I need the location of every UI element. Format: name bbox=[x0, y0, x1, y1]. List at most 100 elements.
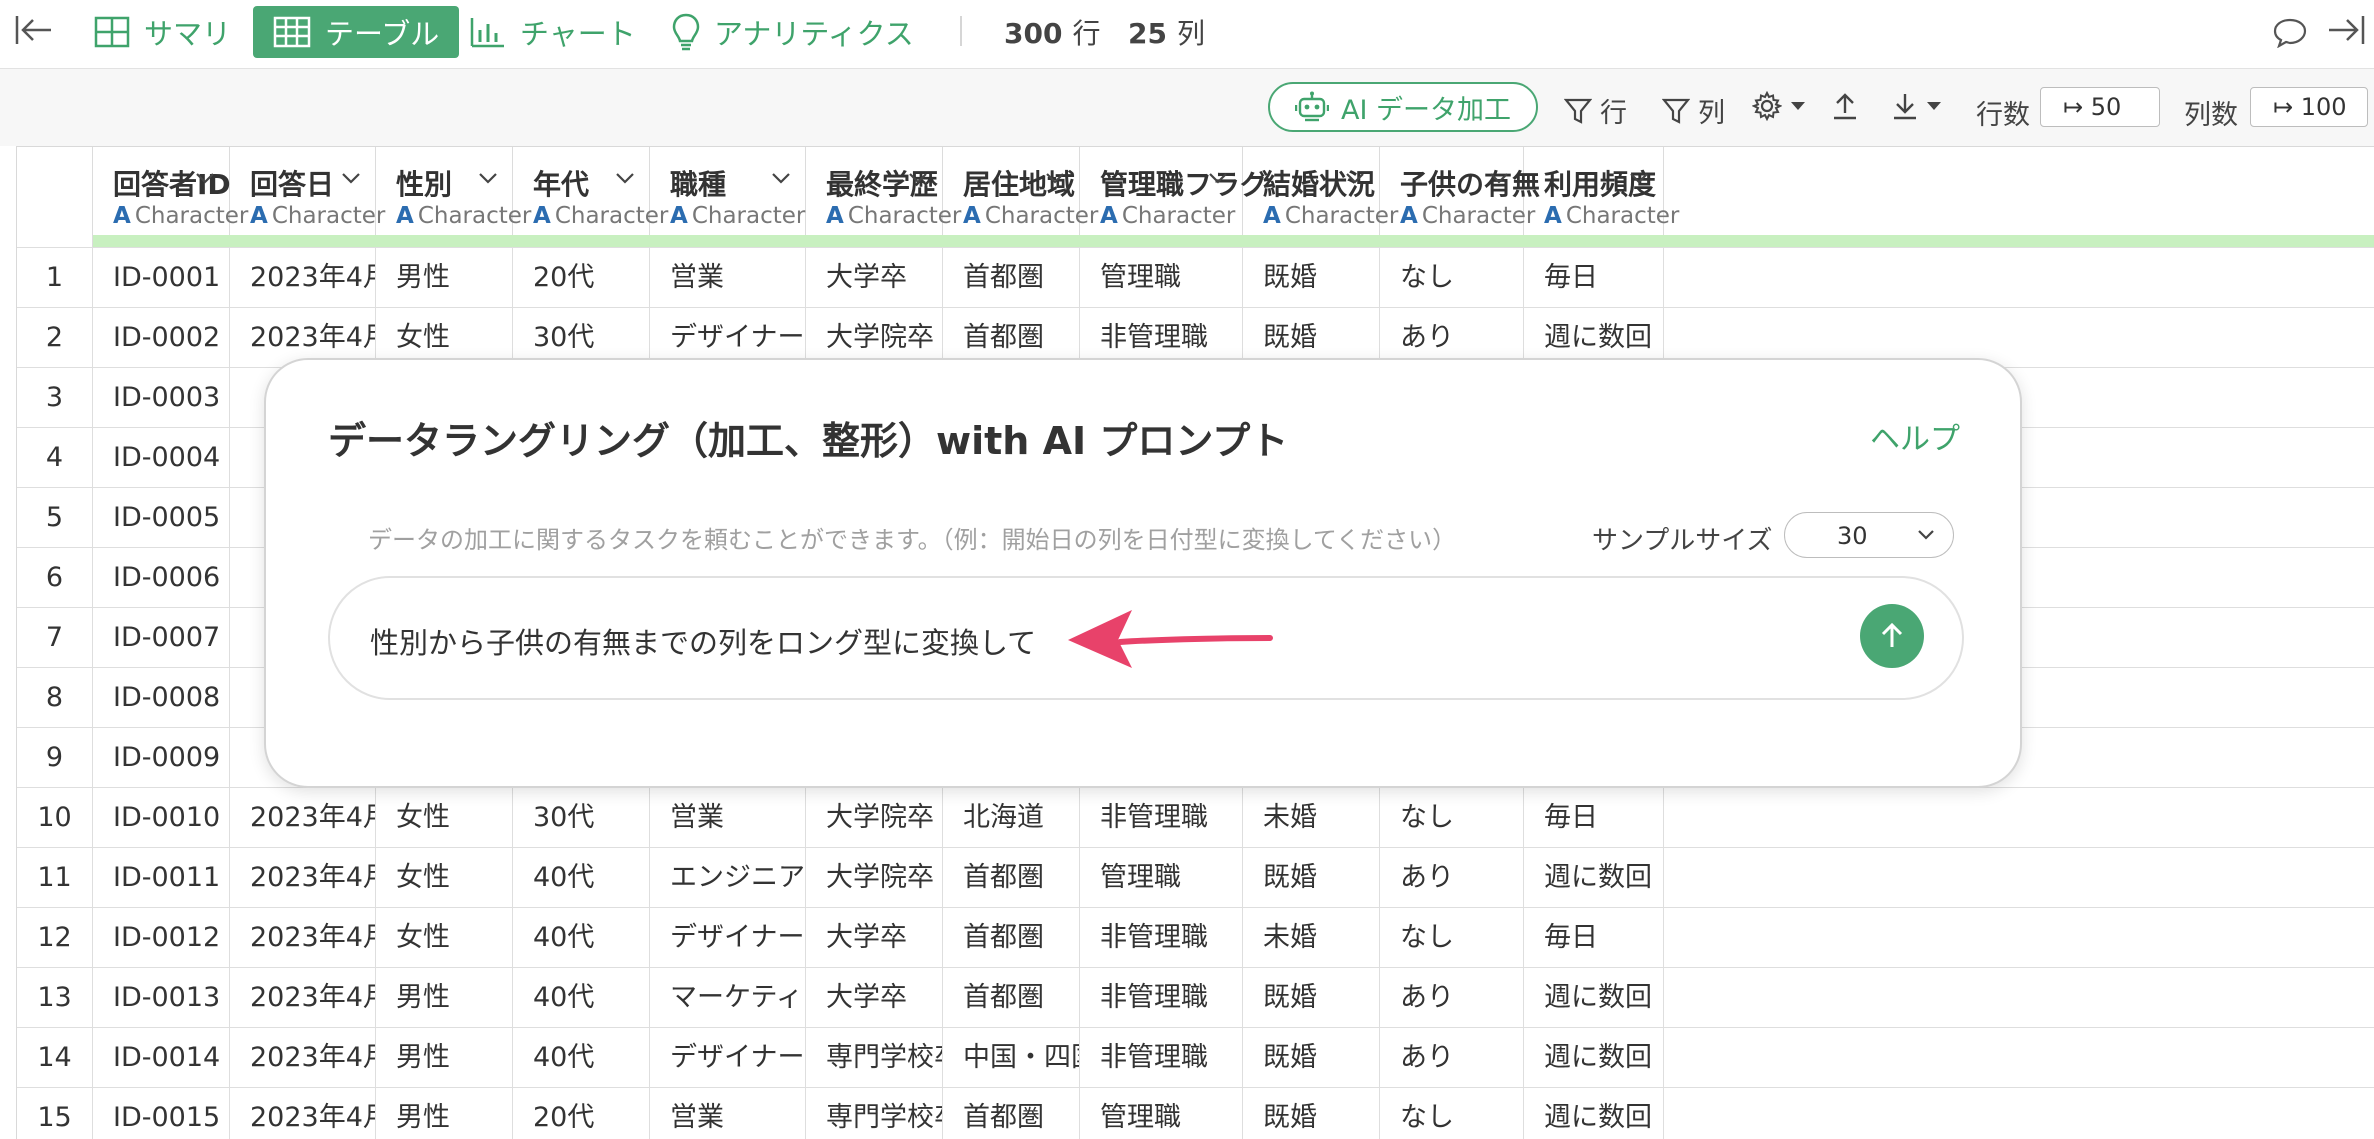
chevron-down-icon[interactable] bbox=[1045, 171, 1065, 185]
table-cell[interactable]: ID-0006 bbox=[93, 548, 230, 607]
rows-limit-input[interactable]: ↦ 50 bbox=[2040, 87, 2160, 127]
table-cell[interactable]: 中国・四国 bbox=[943, 1028, 1080, 1087]
column-header[interactable]: 管理職フラグ A Character bbox=[1080, 147, 1268, 235]
table-cell[interactable]: 未婚 bbox=[1243, 908, 1380, 967]
table-cell[interactable]: 毎日 bbox=[1524, 788, 1664, 847]
table-cell[interactable]: 大学卒 bbox=[806, 908, 943, 967]
column-header[interactable]: 職種 A Character bbox=[650, 147, 806, 235]
table-cell[interactable]: 未婚 bbox=[1243, 788, 1380, 847]
table-cell[interactable]: ID-0009 bbox=[93, 728, 230, 787]
table-row[interactable]: 10ID-00102023年4月1日女性30代営業大学院卒北海道非管理職未婚なし… bbox=[17, 787, 2374, 847]
table-cell[interactable]: 20代 bbox=[513, 1088, 650, 1139]
table-cell[interactable]: 管理職 bbox=[1080, 1088, 1243, 1139]
table-cell[interactable]: 管理職 bbox=[1080, 848, 1243, 907]
table-cell[interactable]: 30代 bbox=[513, 788, 650, 847]
table-cell[interactable]: なし bbox=[1380, 788, 1524, 847]
table-cell[interactable]: 大学院卒 bbox=[806, 848, 943, 907]
table-cell[interactable]: 非管理職 bbox=[1080, 908, 1243, 967]
table-cell[interactable]: 週に数回 bbox=[1524, 1028, 1664, 1087]
table-cell[interactable]: 非管理職 bbox=[1080, 788, 1243, 847]
table-cell[interactable]: 営業 bbox=[650, 248, 806, 307]
table-cell[interactable]: 首都圏 bbox=[943, 248, 1080, 307]
table-cell[interactable]: 女性 bbox=[376, 848, 513, 907]
column-header[interactable]: 最終学歴 A Character bbox=[806, 147, 961, 235]
table-cell[interactable]: ID-0008 bbox=[93, 668, 230, 727]
tab-summary[interactable]: サマリ bbox=[94, 6, 231, 58]
table-cell[interactable]: デザイナー bbox=[650, 1028, 806, 1087]
comment-icon[interactable] bbox=[2272, 16, 2308, 48]
column-header[interactable]: 年代 A Character bbox=[513, 147, 668, 235]
table-cell[interactable]: ID-0015 bbox=[93, 1088, 230, 1139]
help-link[interactable]: ヘルプ bbox=[1870, 414, 1960, 458]
collapse-left-icon[interactable] bbox=[14, 14, 54, 46]
table-cell[interactable]: 40代 bbox=[513, 908, 650, 967]
table-cell[interactable]: ID-0014 bbox=[93, 1028, 230, 1087]
table-cell[interactable]: 大学卒 bbox=[806, 968, 943, 1027]
table-cell[interactable]: 首都圏 bbox=[943, 1088, 1080, 1139]
send-button[interactable] bbox=[1860, 604, 1924, 668]
table-cell[interactable]: 週に数回 bbox=[1524, 848, 1664, 907]
table-cell[interactable]: 毎日 bbox=[1524, 248, 1664, 307]
table-cell[interactable]: なし bbox=[1380, 248, 1524, 307]
table-cell[interactable]: 大学院卒 bbox=[806, 788, 943, 847]
table-cell[interactable]: 週に数回 bbox=[1524, 1088, 1664, 1139]
table-cell[interactable]: 専門学校卒 bbox=[806, 1088, 943, 1139]
download-dropdown[interactable] bbox=[1892, 91, 1950, 121]
table-cell[interactable]: 週に数回 bbox=[1524, 968, 1664, 1027]
chevron-down-icon[interactable] bbox=[1345, 171, 1365, 185]
table-cell[interactable]: ID-0001 bbox=[93, 248, 230, 307]
table-cell[interactable]: 2023年4月1日 bbox=[230, 1028, 376, 1087]
table-cell[interactable]: 営業 bbox=[650, 788, 806, 847]
table-cell[interactable]: 首都圏 bbox=[943, 908, 1080, 967]
table-cell[interactable]: 男性 bbox=[376, 248, 513, 307]
table-cell[interactable]: ID-0010 bbox=[93, 788, 230, 847]
table-cell[interactable]: 既婚 bbox=[1243, 1088, 1380, 1139]
table-row[interactable]: 12ID-00122023年4月1日女性40代デザイナー大学卒首都圏非管理職未婚… bbox=[17, 907, 2374, 967]
table-cell[interactable]: 男性 bbox=[376, 968, 513, 1027]
table-cell[interactable]: なし bbox=[1380, 1088, 1524, 1139]
chevron-down-icon[interactable] bbox=[1629, 171, 1649, 185]
table-cell[interactable]: 非管理職 bbox=[1080, 968, 1243, 1027]
chevron-down-icon[interactable] bbox=[615, 171, 635, 185]
table-cell[interactable]: 2023年4月1日 bbox=[230, 848, 376, 907]
table-cell[interactable]: 非管理職 bbox=[1080, 1028, 1243, 1087]
table-cell[interactable]: マーケティング bbox=[650, 968, 806, 1027]
chevron-down-icon[interactable] bbox=[1489, 171, 1509, 185]
table-cell[interactable]: 管理職 bbox=[1080, 248, 1243, 307]
table-cell[interactable]: あり bbox=[1380, 1028, 1524, 1087]
table-cell[interactable]: 40代 bbox=[513, 1028, 650, 1087]
table-cell[interactable]: ID-0005 bbox=[93, 488, 230, 547]
table-cell[interactable]: 毎日 bbox=[1524, 908, 1664, 967]
table-cell[interactable]: 既婚 bbox=[1243, 968, 1380, 1027]
table-cell[interactable]: ID-0013 bbox=[93, 968, 230, 1027]
table-cell[interactable]: ID-0011 bbox=[93, 848, 230, 907]
tab-chart[interactable]: チャート bbox=[470, 6, 636, 58]
table-row[interactable]: 15ID-00152023年4月1日男性20代営業専門学校卒首都圏管理職既婚なし… bbox=[17, 1087, 2374, 1139]
table-cell[interactable]: 首都圏 bbox=[943, 848, 1080, 907]
column-header[interactable]: 利用頻度 A Character bbox=[1524, 147, 1679, 235]
chevron-down-icon[interactable] bbox=[1208, 171, 1228, 185]
collapse-right-icon[interactable] bbox=[2326, 14, 2366, 46]
table-cell[interactable]: 2023年4月1日 bbox=[230, 788, 376, 847]
table-cell[interactable]: 既婚 bbox=[1243, 1028, 1380, 1087]
table-cell[interactable]: あり bbox=[1380, 848, 1524, 907]
table-cell[interactable]: ID-0012 bbox=[93, 908, 230, 967]
table-cell[interactable]: あり bbox=[1380, 968, 1524, 1027]
column-header[interactable]: 回答者ID A Character bbox=[93, 147, 248, 235]
table-cell[interactable]: エンジニア bbox=[650, 848, 806, 907]
table-cell[interactable]: なし bbox=[1380, 908, 1524, 967]
table-cell[interactable]: 40代 bbox=[513, 968, 650, 1027]
table-row[interactable]: 14ID-00142023年4月1日男性40代デザイナー専門学校卒中国・四国非管… bbox=[17, 1027, 2374, 1087]
table-cell[interactable]: 営業 bbox=[650, 1088, 806, 1139]
table-cell[interactable]: 男性 bbox=[376, 1088, 513, 1139]
tab-analytics[interactable]: アナリティクス bbox=[672, 6, 914, 58]
table-cell[interactable]: 大学卒 bbox=[806, 248, 943, 307]
table-cell[interactable]: 2023年4月1日 bbox=[230, 908, 376, 967]
column-header[interactable]: 回答日 A Character bbox=[230, 147, 385, 235]
table-cell[interactable]: 2023年4月1日 bbox=[230, 248, 376, 307]
table-cell[interactable]: 20代 bbox=[513, 248, 650, 307]
table-row[interactable]: 13ID-00132023年4月1日男性40代マーケティング大学卒首都圏非管理職… bbox=[17, 967, 2374, 1027]
table-cell[interactable]: ID-0003 bbox=[93, 368, 230, 427]
table-cell[interactable]: 既婚 bbox=[1243, 848, 1380, 907]
table-cell[interactable]: 専門学校卒 bbox=[806, 1028, 943, 1087]
